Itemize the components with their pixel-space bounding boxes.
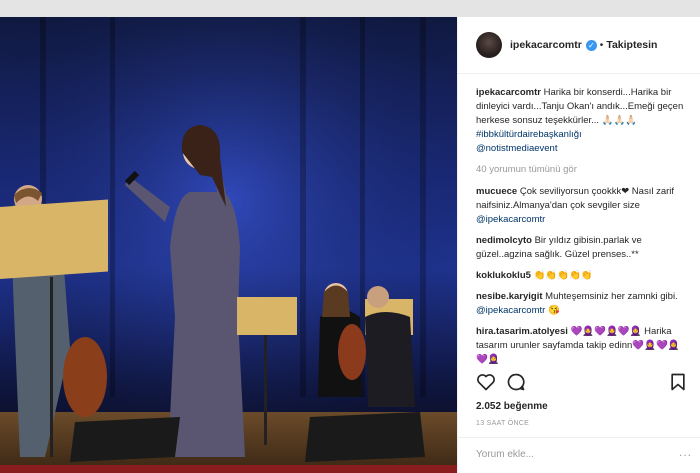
heart-icon[interactable]: [476, 372, 496, 392]
post-sidebar: ipekacarcomtr ✓ • Takiptesin ipekacarcom…: [457, 17, 700, 473]
comment-username[interactable]: nedimolcyto: [476, 235, 532, 246]
comment-username[interactable]: hira.tasarim.atolyesi: [476, 326, 568, 337]
comment-item: nedimolcyto Bir yıldız gibisin.parlak ve…: [476, 234, 686, 262]
caption: ipekacarcomtr Harika bir konserdi...Hari…: [476, 86, 686, 156]
comment-text: 👏👏👏👏👏: [533, 270, 593, 281]
comment-username[interactable]: nesibe.karyigit: [476, 291, 543, 302]
post-timestamp: 13 SAAT ÖNCE: [476, 420, 530, 427]
caption-username[interactable]: ipekacarcomtr: [476, 87, 541, 98]
comment-mention[interactable]: @ipekacarcomtr: [476, 213, 686, 227]
header-username[interactable]: ipekacarcomtr: [510, 39, 582, 51]
comment-username[interactable]: mucuece: [476, 186, 517, 197]
comment-text: Muhteşemsiniz her zamnki gibi.: [545, 291, 678, 302]
caption-hashtag[interactable]: #ibbkültürdairebaşkanlığı: [476, 128, 686, 142]
view-all-comments-link[interactable]: 40 yorumun tümünü gör: [476, 163, 686, 177]
likes-count[interactable]: 2.052 beğenme: [476, 401, 548, 412]
header-separator: •: [599, 39, 604, 51]
avatar[interactable]: [476, 32, 502, 58]
comment-item: mucuece Çok seviliyorsun çookkk❤ Nasıl z…: [476, 185, 686, 227]
caption-mention[interactable]: @notistmediaevent: [476, 142, 686, 156]
comment-mention[interactable]: @ipekacarcomtr 😘: [476, 305, 560, 316]
comment-icon[interactable]: [506, 372, 526, 392]
post-photo[interactable]: [0, 17, 457, 473]
more-options-icon[interactable]: ...: [679, 445, 692, 459]
top-strip: [0, 0, 700, 17]
verified-badge-icon: ✓: [585, 39, 597, 51]
concert-scene: [0, 17, 457, 473]
bookmark-icon[interactable]: [668, 372, 688, 392]
comments-list: ipekacarcomtr Harika bir konserdi...Hari…: [458, 74, 700, 367]
action-bar: [476, 372, 688, 394]
comment-username[interactable]: koklukoklu5: [476, 270, 531, 281]
comment-item: hira.tasarim.atolyesi 💜🧕💜🧕💜🧕 Harika tasa…: [476, 325, 686, 367]
comment-item: nesibe.karyigit Muhteşemsiniz her zamnki…: [476, 290, 686, 318]
follow-status-button[interactable]: Takiptesin: [606, 39, 657, 51]
add-comment-input[interactable]: Yorum ekle...: [458, 437, 700, 473]
comment-item: koklukoklu5 👏👏👏👏👏: [476, 269, 686, 283]
post-header: ipekacarcomtr ✓ • Takiptesin: [458, 17, 700, 74]
